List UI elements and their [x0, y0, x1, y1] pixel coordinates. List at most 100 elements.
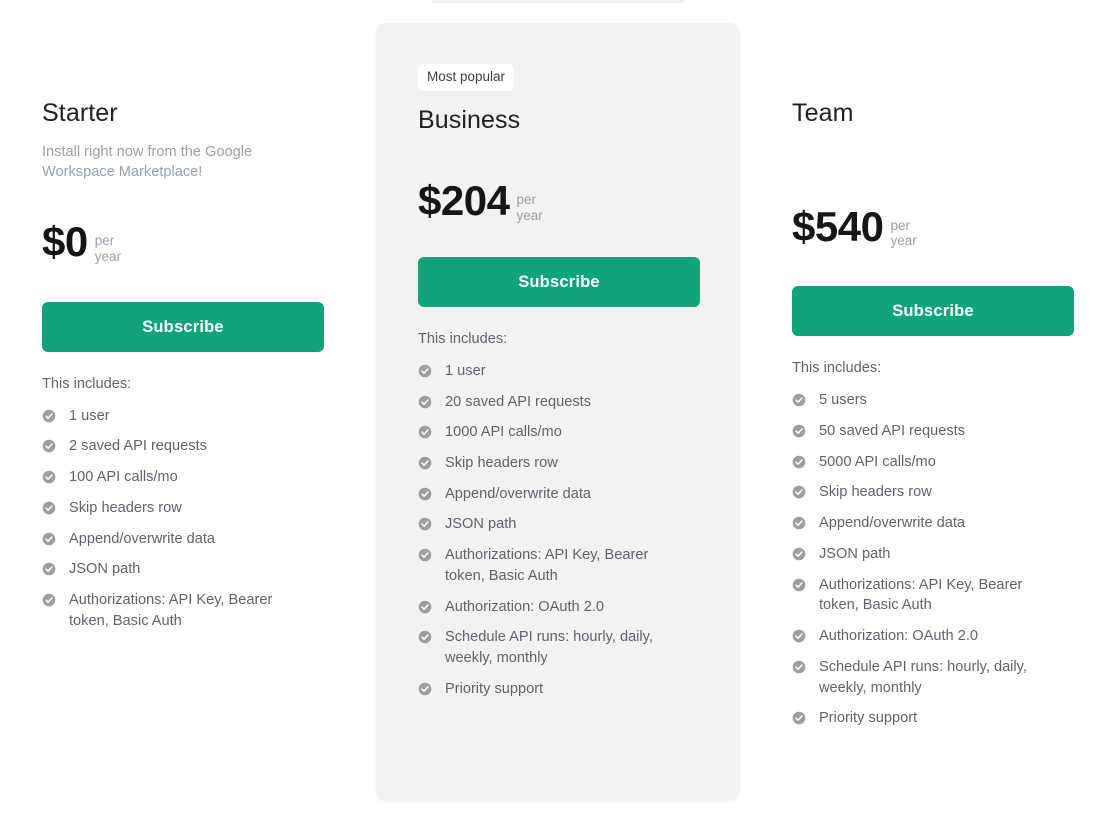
feature-label: 5000 API calls/mo: [819, 453, 936, 470]
check-circle-icon: [418, 517, 432, 531]
includes-label-starter: This includes:: [42, 375, 132, 392]
feature-label: Skip headers row: [819, 484, 932, 501]
feature-label: 1000 API calls/mo: [445, 424, 562, 441]
check-circle-icon: [792, 711, 806, 725]
price-period-line-2: year: [94, 248, 121, 264]
feature-label: JSON path: [445, 516, 517, 533]
check-circle-icon: [792, 455, 806, 469]
feature-label: Priority support: [819, 710, 918, 727]
check-circle-icon: [42, 501, 56, 515]
check-circle-icon: [42, 532, 56, 546]
check-circle-icon: [418, 682, 432, 696]
feature-label: Authorizations: API Key, Bearer token, B…: [445, 547, 649, 584]
plan-price-starter: $0: [42, 217, 88, 265]
check-circle-icon: [418, 456, 432, 470]
feature-item: Authorizations: API Key, Bearer token, B…: [418, 545, 740, 586]
feature-label: 50 saved API requests: [819, 423, 966, 440]
check-circle-icon: [42, 562, 56, 576]
pricing-page: Starter Install right now from the Google…: [0, 0, 1108, 825]
feature-item: Append/overwrite data: [42, 529, 364, 550]
check-circle-icon: [792, 516, 806, 530]
feature-label: Schedule API runs: hourly, daily, weekly…: [819, 658, 1027, 696]
pricing-plan-starter: Starter Install right now from the Google…: [0, 0, 364, 825]
plan-price-period-business: per year: [516, 192, 542, 224]
feature-label: 1 user: [69, 407, 110, 424]
feature-label: Append/overwrite data: [819, 515, 966, 532]
feature-label: Append/overwrite data: [445, 485, 592, 502]
price-period-line-1: per: [94, 232, 115, 248]
plan-price-team: $540: [792, 202, 884, 250]
feature-item: 20 saved API requests: [418, 392, 740, 413]
subscribe-button-team[interactable]: Subscribe: [792, 286, 1074, 337]
feature-item: Schedule API runs: hourly, daily, weekly…: [418, 627, 740, 668]
feature-item: Skip headers row: [792, 482, 1108, 503]
feature-item: Authorizations: API Key, Bearer token, B…: [792, 575, 1108, 616]
check-circle-icon: [418, 395, 432, 409]
feature-list-starter: 1 user 2 saved API requests 100 API calls/…: [42, 406, 364, 632]
feature-item: Schedule API runs: hourly, daily, weekly…: [792, 657, 1108, 698]
check-circle-icon: [42, 439, 56, 453]
plan-title-starter: Starter: [42, 99, 118, 127]
check-circle-icon: [418, 425, 432, 439]
feature-item: Authorization: OAuth 2.0: [792, 626, 1108, 647]
plan-price-period-starter: per year: [95, 233, 121, 265]
check-circle-icon: [792, 424, 806, 438]
feature-label: Skip headers row: [69, 499, 182, 516]
price-period-line-2: year: [890, 233, 917, 249]
check-circle-icon: [792, 393, 806, 407]
feature-label: Append/overwrite data: [69, 530, 216, 547]
feature-item: 2 saved API requests: [42, 436, 364, 457]
feature-label: Priority support: [445, 680, 544, 697]
plan-title-business: Business: [418, 105, 521, 134]
check-circle-icon: [42, 593, 56, 607]
feature-item: 5 users: [792, 390, 1108, 411]
feature-label: Authorizations: API Key, Bearer token, B…: [819, 576, 1023, 614]
feature-label: Authorization: OAuth 2.0: [819, 628, 979, 645]
feature-item: Append/overwrite data: [418, 484, 740, 505]
most-popular-badge: Most popular: [418, 64, 515, 91]
check-circle-icon: [418, 364, 432, 378]
feature-item: 5000 API calls/mo: [792, 452, 1108, 473]
feature-item: JSON path: [792, 544, 1108, 565]
pricing-plan-team: Team $540 per year Subscribe This includes: 5 …: [750, 0, 1108, 825]
feature-item: Skip headers row: [418, 453, 740, 474]
pricing-plans-container: Starter Install right now from the Google…: [0, 0, 1108, 825]
check-circle-icon: [418, 630, 432, 644]
feature-label: 1 user: [445, 362, 486, 379]
feature-item: 1 user: [418, 361, 740, 382]
feature-label: 20 saved API requests: [445, 393, 592, 410]
subscribe-button-business[interactable]: Subscribe: [418, 256, 700, 307]
feature-item: Append/overwrite data: [792, 513, 1108, 534]
feature-item: Authorization: OAuth 2.0: [418, 597, 740, 618]
plan-price-row-business: $204 per year: [418, 180, 740, 235]
check-circle-icon: [42, 409, 56, 423]
feature-item: 100 API calls/mo: [42, 467, 364, 488]
feature-item: JSON path: [42, 559, 364, 580]
feature-label: Schedule API runs: hourly, daily, weekly…: [445, 629, 653, 666]
price-period-line-1: per: [516, 192, 536, 207]
check-circle-icon: [792, 547, 806, 561]
feature-item: Priority support: [792, 708, 1108, 729]
feature-item: Priority support: [418, 679, 740, 700]
feature-item: Authorizations: API Key, Bearer token, B…: [42, 590, 364, 631]
feature-label: 100 API calls/mo: [69, 469, 178, 486]
plan-title-team: Team: [792, 99, 854, 127]
price-period-line-1: per: [890, 217, 910, 233]
feature-list-business: 1 user 20 saved API requests 1000 API call…: [418, 361, 740, 700]
check-circle-icon: [42, 470, 56, 484]
feature-item: Skip headers row: [42, 498, 364, 519]
check-circle-icon: [792, 660, 806, 674]
feature-item: 1 user: [42, 406, 364, 427]
feature-list-team: 5 users 50 saved API requests 5000 API cal…: [792, 390, 1108, 729]
includes-label-team: This includes:: [792, 360, 882, 377]
check-circle-icon: [792, 485, 806, 499]
feature-label: JSON path: [69, 561, 141, 578]
subscribe-button-starter[interactable]: Subscribe: [42, 301, 324, 352]
feature-label: Authorizations: API Key, Bearer token, B…: [69, 592, 273, 629]
check-circle-icon: [418, 487, 432, 501]
price-period-line-2: year: [516, 207, 543, 223]
feature-item: 1000 API calls/mo: [418, 422, 740, 443]
plan-price-business: $204: [418, 177, 510, 224]
plan-price-row-team: $540 per year: [792, 202, 1108, 261]
check-circle-icon: [418, 548, 432, 562]
